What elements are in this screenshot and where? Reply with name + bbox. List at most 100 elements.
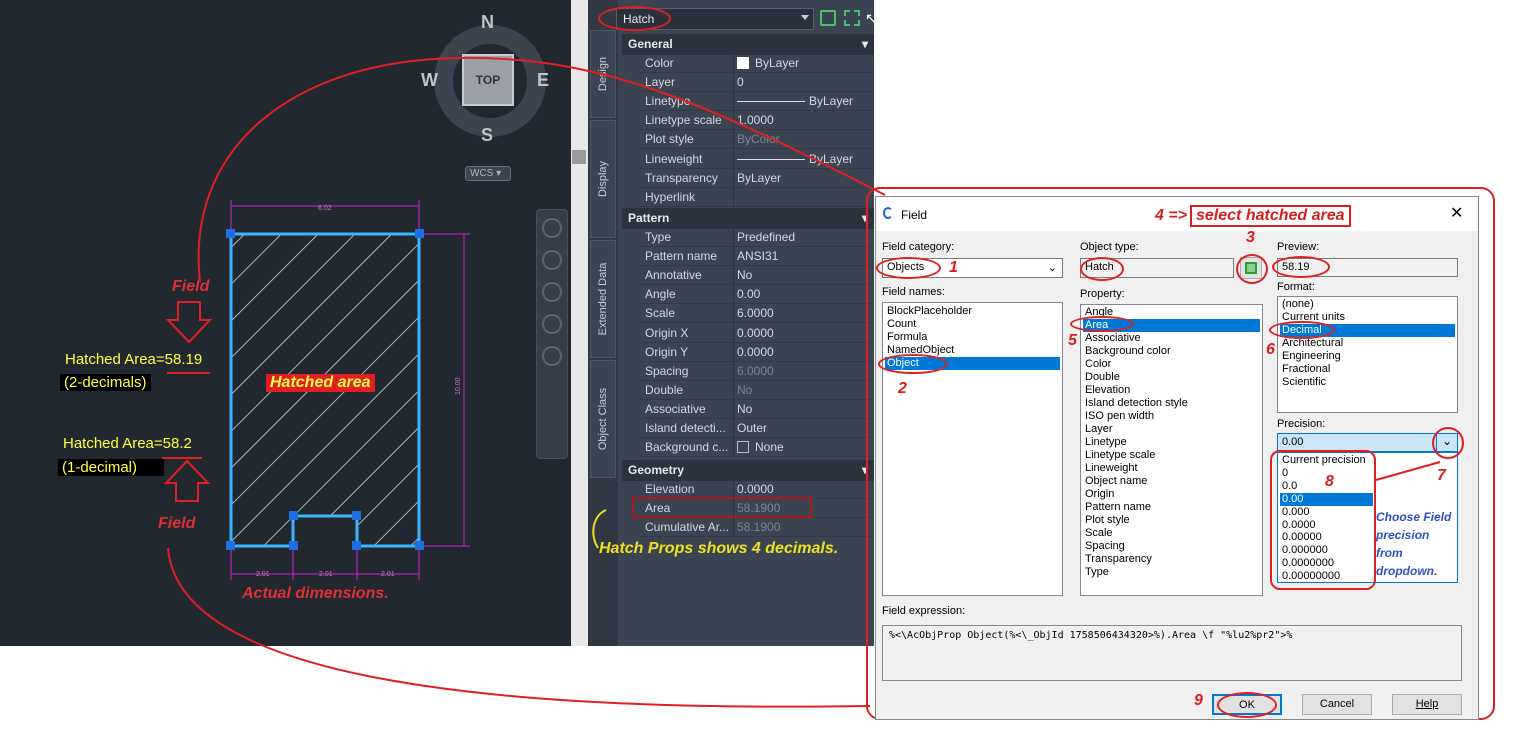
property-item[interactable]: Layer [1083,423,1260,436]
field-label-bottom: Field [158,515,196,532]
pattern-row[interactable]: Double No [640,380,874,400]
format-item[interactable]: Engineering [1280,350,1455,363]
quick-select-icon[interactable] [820,10,836,26]
property-key: Double [645,382,684,397]
help-button[interactable]: Help [1392,694,1462,715]
dim-top-text: 6.02 [318,205,332,212]
property-item[interactable]: Linetype [1083,436,1260,449]
general-row[interactable]: Hyperlink [640,187,874,207]
property-key: Color [645,56,674,70]
pattern-row[interactable]: Pattern name ANSI31 [640,247,874,267]
property-item[interactable]: Origin [1083,488,1260,501]
dim-bottom-1: 2.01 [256,571,270,578]
property-item[interactable]: ISO pen width [1083,410,1260,423]
property-item[interactable]: Transparency [1083,553,1260,566]
field-name-item[interactable]: Formula [885,331,1060,344]
property-value: None [737,440,784,454]
general-row[interactable]: Lineweight ByLayer [640,149,874,169]
field-name-item[interactable]: Count [885,318,1060,331]
general-row[interactable]: Color ByLayer [640,54,874,73]
hatched-area-label: Hatched area [266,374,375,392]
scroll-handle[interactable] [572,150,586,164]
callout-ellipse-objects [876,257,941,279]
property-key: Scale [645,306,676,321]
property-key: Associative [645,401,706,416]
format-list[interactable]: (none) Current units Decimal Architectural E… [1277,296,1458,413]
property-item[interactable]: Object name [1083,475,1260,488]
tab-object-class[interactable]: Object Class [590,360,616,478]
pattern-row[interactable]: Spacing 6.0000 [640,361,874,381]
property-item[interactable]: Scale [1083,527,1260,540]
section-general[interactable]: General ▾ [622,34,874,55]
one-decimal-note: (1-decimal) [58,459,164,476]
property-item[interactable]: Plot style [1083,514,1260,527]
select-objects-icon[interactable] [844,10,860,26]
section-geometry[interactable]: Geometry ▾ [622,460,874,481]
pickadd-icon[interactable]: ↖ [865,10,877,26]
field-names-list[interactable]: BlockPlaceholder Count Formula NamedObject O… [882,302,1063,596]
general-row[interactable]: Layer 0 [640,73,874,93]
pattern-row[interactable]: Angle 0.00 [640,285,874,305]
pattern-row[interactable]: Background c... None [640,438,874,458]
close-icon[interactable]: ✕ [1450,203,1463,223]
property-key: Hyperlink [645,189,696,204]
geometry-row[interactable]: Cumulative Ar... 58.1900 [640,518,874,538]
tab-design[interactable]: Design [590,30,616,118]
two-decimals-note: (2-decimals) [60,374,151,391]
property-item[interactable]: Lineweight [1083,462,1260,475]
property-item[interactable]: Elevation [1083,384,1260,397]
callout-ellipse-hatch-type [1080,257,1124,281]
property-item[interactable]: Background color [1083,345,1260,358]
autocad-c-icon [883,207,893,219]
cancel-button[interactable]: Cancel [1302,694,1372,715]
property-item[interactable]: Type [1083,566,1260,579]
property-item[interactable]: Linetype scale [1083,449,1260,462]
pattern-row[interactable]: Origin X 0.0000 [640,323,874,343]
property-item[interactable]: Spacing [1083,540,1260,553]
general-row[interactable]: Plot style ByColor [640,130,874,150]
pattern-row[interactable]: Associative No [640,399,874,419]
callout-ellipse-preview [1272,256,1330,278]
property-list[interactable]: Angle Area Associative Background color Colo… [1080,304,1263,596]
tab-extended-data[interactable]: Extended Data [590,240,616,358]
property-item[interactable]: Island detection style [1083,397,1260,410]
property-value: 6.0000 [737,306,774,321]
pattern-row[interactable]: Scale 6.0000 [640,304,874,324]
format-label: Format: [1277,281,1315,293]
general-row[interactable]: Linetype ByLayer [640,92,874,112]
expression-label: Field expression: [882,605,966,617]
step4-prefix: 4 => [1155,207,1188,224]
property-item[interactable]: Pattern name [1083,501,1260,514]
section-pattern[interactable]: Pattern ▾ [622,208,874,229]
callout-ellipse-object [878,354,948,374]
property-item[interactable]: Associative [1083,332,1260,345]
precision-label: Precision: [1277,418,1326,430]
hatch-drawing[interactable]: 6.02 10.00 2.01 2.01 2.01 [0,0,571,646]
preview-label: Preview: [1277,241,1320,253]
format-item[interactable]: Architectural [1280,337,1455,350]
field-1-decimal[interactable]: Hatched Area=58.2 [63,435,192,452]
pattern-row[interactable]: Origin Y 0.0000 [640,342,874,362]
format-item[interactable]: (none) [1280,298,1455,311]
precision-note: Choose Field precision from dropdown. [1376,510,1452,578]
property-value: 6.0000 [737,363,774,378]
pattern-row[interactable]: Island detecti... Outer [640,419,874,438]
hatch-props-note: Hatch Props shows 4 decimals. [599,540,839,557]
property-value: 0.0000 [737,325,774,340]
property-key: Annotative [645,268,702,283]
field-name-item[interactable]: BlockPlaceholder [885,305,1060,318]
format-item[interactable]: Fractional [1280,363,1455,376]
property-key: Background c... [645,440,729,455]
property-item[interactable]: Color [1083,358,1260,371]
tab-display[interactable]: Display [590,120,616,238]
property-key: Pattern name [645,249,718,264]
pattern-row[interactable]: Type Predefined [640,228,874,247]
general-row[interactable]: Transparency ByLayer [640,168,874,188]
field-2-decimals[interactable]: Hatched Area=58.19 [65,351,202,368]
property-item[interactable]: Double [1083,371,1260,384]
format-item[interactable]: Scientific [1280,376,1455,389]
property-key: Origin X [645,325,689,340]
pattern-row[interactable]: Annotative No [640,266,874,286]
property-key: Origin Y [645,344,689,359]
general-row[interactable]: Linetype scale 1.0000 [640,111,874,131]
